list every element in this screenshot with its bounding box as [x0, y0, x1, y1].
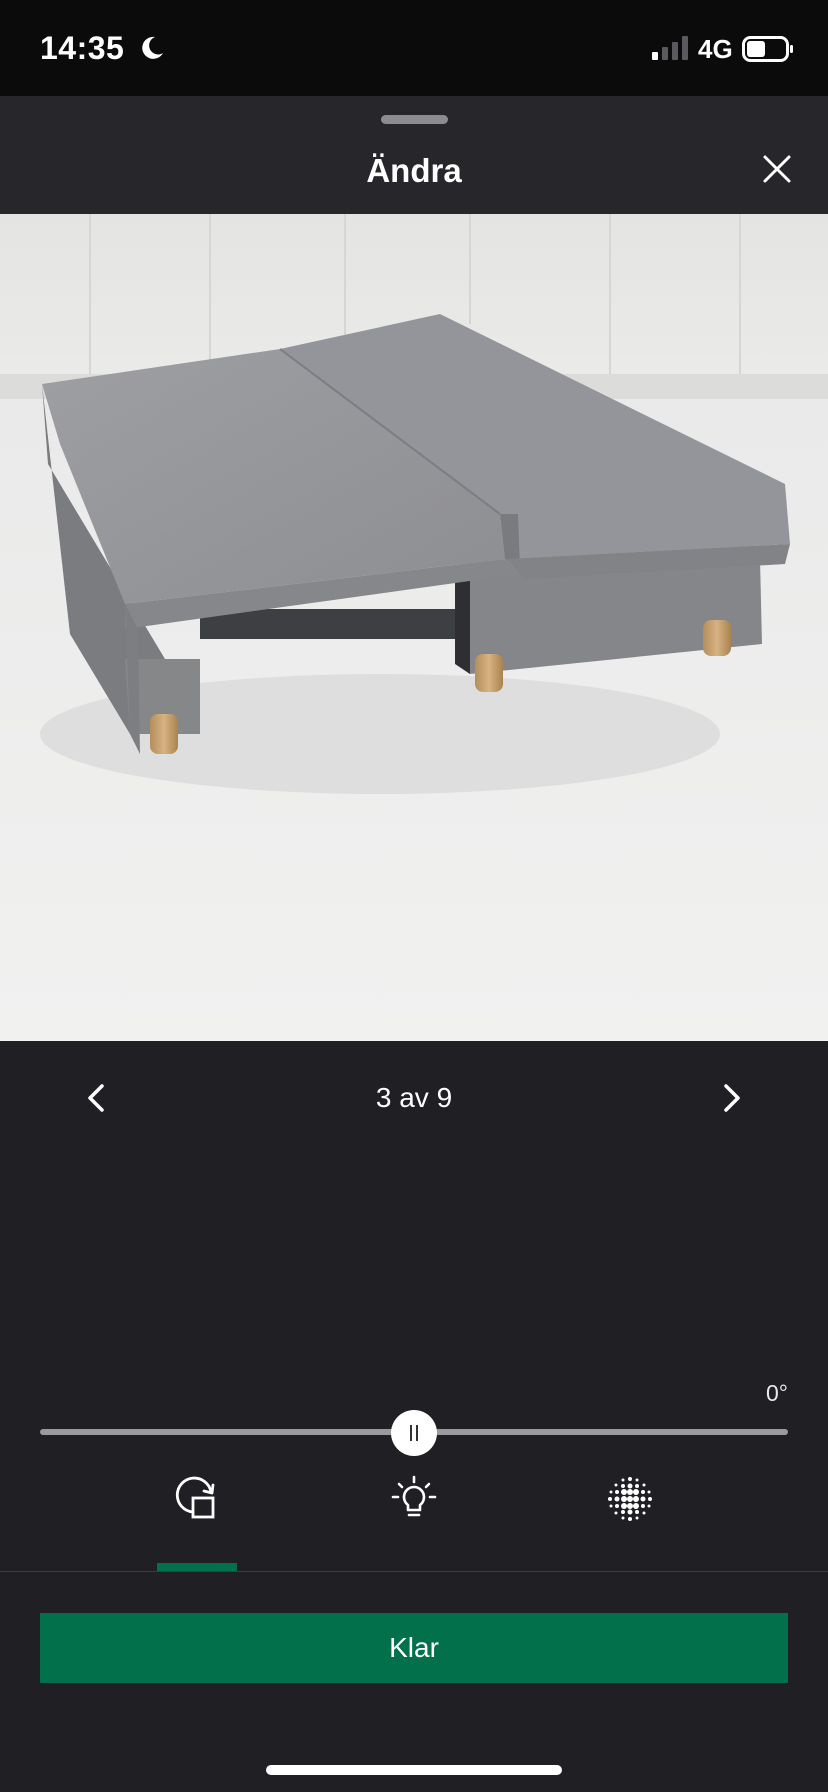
page-title: Ändra — [366, 152, 462, 189]
cellular-signal-icon — [652, 36, 688, 60]
battery-icon — [742, 36, 793, 62]
done-button[interactable]: Klar — [40, 1613, 788, 1683]
toolbar-divider — [0, 1571, 828, 1572]
lightbulb-icon[interactable] — [389, 1474, 439, 1524]
moon-icon — [142, 36, 163, 59]
image-pager: 3 av 9 — [0, 1041, 828, 1155]
slider-grip-icon — [410, 1425, 418, 1441]
image-counter: 3 av 9 — [375, 1082, 453, 1113]
selected-tool-indicator — [157, 1563, 237, 1571]
rotation-angle-label: 0° — [766, 1380, 788, 1406]
home-indicator — [266, 1765, 562, 1775]
sheet-grabber[interactable] — [381, 115, 448, 124]
rotation-slider-thumb[interactable] — [391, 1410, 437, 1456]
status-bar: 14:35 4G — [0, 0, 828, 96]
network-type: 4G — [698, 34, 733, 64]
product-photo — [0, 214, 828, 1041]
sheet-header: Ändra — [0, 96, 828, 214]
rotate-crop-icon[interactable] — [171, 1474, 221, 1524]
chevron-right-icon[interactable] — [714, 1081, 748, 1115]
status-time: 14:35 — [40, 30, 125, 66]
dots-grid-icon[interactable] — [605, 1474, 655, 1524]
close-icon[interactable] — [760, 152, 794, 186]
